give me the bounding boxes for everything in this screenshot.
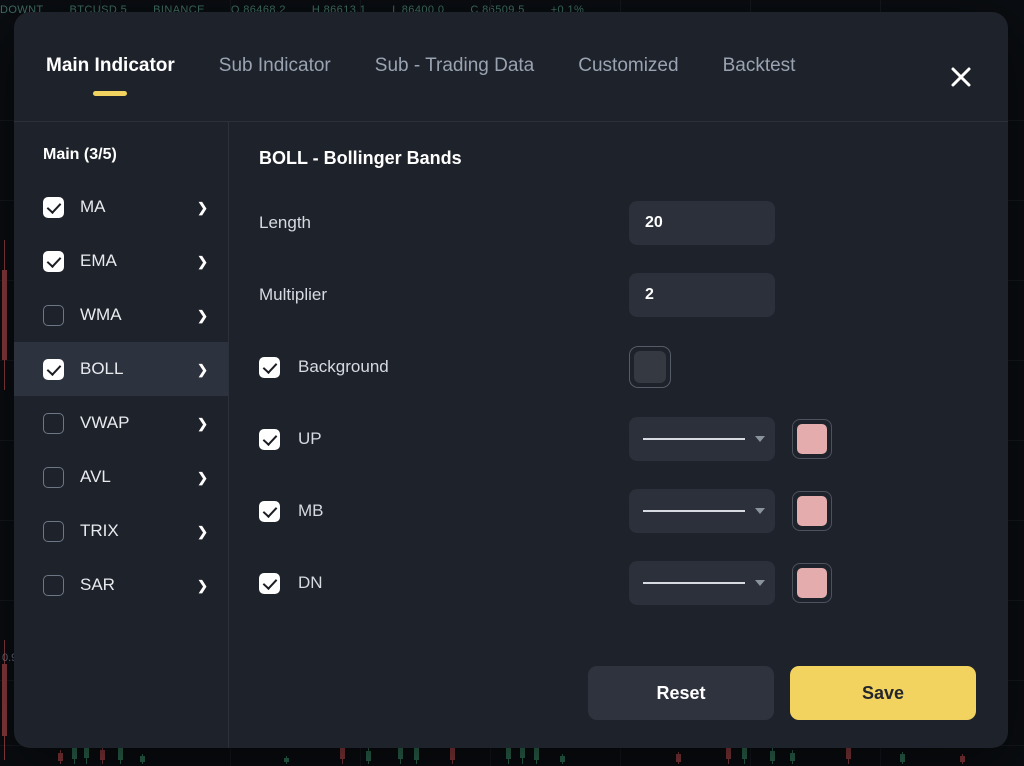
sidebar-item-label: WMA (80, 305, 122, 324)
chevron-right-icon: ❯ (197, 307, 208, 323)
row-multiplier: Multiplier (259, 271, 976, 319)
color-swatch-up[interactable] (792, 419, 832, 459)
checkbox-avl[interactable] (43, 466, 64, 488)
dn-label: DN (298, 573, 323, 592)
checkbox-sar[interactable] (43, 574, 64, 596)
indicator-sidebar: Main (3/5) MA ❯ EMA ❯ WMA ❯ BOLL ❯ VWAP ❯ AVL ❯ TRIX… (14, 122, 229, 748)
chevron-right-icon: ❯ (197, 199, 208, 215)
color-swatch-mb[interactable] (792, 491, 832, 531)
sidebar-item-boll[interactable]: BOLL ❯ (14, 342, 228, 396)
sidebar-item-wma[interactable]: WMA ❯ (14, 288, 228, 342)
reset-button[interactable]: Reset (588, 666, 774, 720)
line-rows: UP MB DN (259, 415, 976, 607)
row-background: Background (259, 343, 976, 391)
indicator-settings-panel: BOLL - Bollinger Bands LengthMultiplier … (229, 122, 1008, 748)
color-swatch-dn[interactable] (792, 563, 832, 603)
chevron-down-icon (755, 508, 765, 514)
background-label: Background (298, 357, 389, 376)
line-style-select-dn[interactable] (629, 561, 775, 605)
close-icon[interactable] (946, 62, 976, 92)
chevron-down-icon (755, 580, 765, 586)
dialog-body: Main (3/5) MA ❯ EMA ❯ WMA ❯ BOLL ❯ VWAP ❯ AVL ❯ TRIX… (14, 122, 1008, 748)
sidebar-item-label: SAR (80, 575, 115, 594)
checkbox-boll[interactable] (43, 358, 64, 380)
sidebar-item-label: TRIX (80, 521, 119, 540)
tab-bar: Main Indicator Sub Indicator Sub - Trading… (14, 12, 1008, 122)
sidebar-item-ma[interactable]: MA ❯ (14, 180, 228, 234)
chevron-right-icon: ❯ (197, 253, 208, 269)
sidebar-item-avl[interactable]: AVL ❯ (14, 450, 228, 504)
line-style-select-mb[interactable] (629, 489, 775, 533)
checkbox-ema[interactable] (43, 250, 64, 272)
background-label-group: Background (259, 356, 629, 378)
sidebar-title: Main (3/5) (43, 146, 117, 163)
tab-sub-indicator[interactable]: Sub Indicator (219, 55, 331, 79)
color-chip-fill (797, 568, 827, 598)
tab-main-indicator[interactable]: Main Indicator (46, 55, 175, 79)
dialog-footer: Reset Save (588, 666, 976, 720)
background-color-chip (634, 351, 666, 383)
sidebar-list: MA ❯ EMA ❯ WMA ❯ BOLL ❯ VWAP ❯ AVL ❯ TRIX ❯ SAR ❯ (14, 180, 228, 612)
tab-sub-trading-data[interactable]: Sub - Trading Data (375, 55, 534, 79)
multiplier-input[interactable] (629, 273, 775, 317)
color-chip-fill (797, 496, 827, 526)
chevron-right-icon: ❯ (197, 577, 208, 593)
checkbox-mb[interactable] (259, 500, 280, 522)
indicator-settings-dialog: Main Indicator Sub Indicator Sub - Trading… (14, 12, 1008, 748)
sidebar-item-vwap[interactable]: VWAP ❯ (14, 396, 228, 450)
checkbox-ma[interactable] (43, 196, 64, 218)
line-style-preview (643, 510, 745, 512)
sidebar-item-label: AVL (80, 467, 111, 486)
multiplier-label: Multiplier (259, 285, 328, 304)
sidebar-item-sar[interactable]: SAR ❯ (14, 558, 228, 612)
length-input[interactable] (629, 201, 775, 245)
sidebar-item-trix[interactable]: TRIX ❯ (14, 504, 228, 558)
sidebar-item-label: BOLL (80, 359, 124, 378)
sidebar-item-label: MA (80, 197, 106, 216)
sidebar-item-label: VWAP (80, 413, 130, 432)
chevron-down-icon (755, 436, 765, 442)
chevron-right-icon: ❯ (197, 523, 208, 539)
checkbox-dn[interactable] (259, 572, 280, 594)
row-up: UP (259, 415, 976, 463)
mb-label: MB (298, 501, 324, 520)
tab-customized[interactable]: Customized (578, 55, 678, 79)
line-style-select-up[interactable] (629, 417, 775, 461)
chevron-right-icon: ❯ (197, 415, 208, 431)
length-label: Length (259, 213, 311, 232)
sidebar-item-label: EMA (80, 251, 117, 270)
dn-label-group: DN (259, 572, 629, 594)
checkbox-up[interactable] (259, 428, 280, 450)
color-chip-fill (797, 424, 827, 454)
chevron-right-icon: ❯ (197, 361, 208, 377)
checkbox-vwap[interactable] (43, 412, 64, 434)
save-button[interactable]: Save (790, 666, 976, 720)
checkbox-wma[interactable] (43, 304, 64, 326)
page-title: BOLL - Bollinger Bands (259, 148, 462, 168)
mb-label-group: MB (259, 500, 629, 522)
chevron-right-icon: ❯ (197, 469, 208, 485)
line-style-preview (643, 438, 745, 440)
sidebar-item-ema[interactable]: EMA ❯ (14, 234, 228, 288)
numeric-fields: Length Multiplier (259, 199, 976, 319)
checkbox-trix[interactable] (43, 520, 64, 542)
row-length: Length (259, 199, 976, 247)
line-style-preview (643, 582, 745, 584)
tab-backtest[interactable]: Backtest (723, 55, 796, 79)
background-color-swatch[interactable] (629, 346, 671, 388)
up-label-group: UP (259, 428, 629, 450)
row-dn: DN (259, 559, 976, 607)
background-checkbox[interactable] (259, 356, 280, 378)
row-mb: MB (259, 487, 976, 535)
up-label: UP (298, 429, 322, 448)
